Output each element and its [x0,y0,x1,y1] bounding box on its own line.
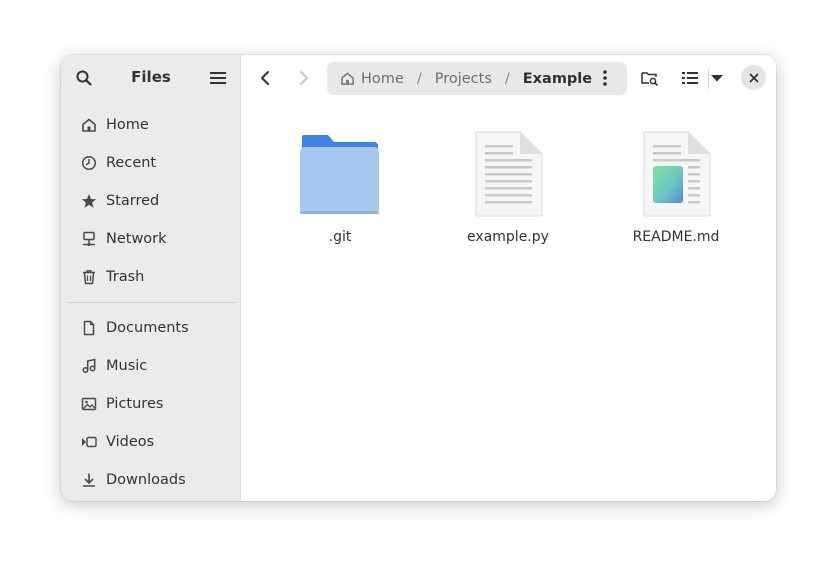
hamburger-icon [210,72,226,84]
breadcrumb-separator: / [504,70,510,87]
sidebar-item-label: Home [106,117,149,133]
sidebar-item-label: Starred [106,193,160,209]
search-folder-button[interactable] [636,64,664,92]
text-file-icon [475,131,543,217]
download-icon [83,473,95,487]
breadcrumb-home[interactable]: Home [340,71,404,87]
breadcrumb-example[interactable]: Example [523,71,592,87]
breadcrumb-label: Home [361,70,404,87]
sidebar-item-downloads[interactable]: Downloads [61,461,241,499]
close-button[interactable] [741,65,766,90]
bookmarks-list: Documents Music Pictures Videos Download… [61,309,241,499]
markdown-file-icon [643,131,711,217]
path-menu-button[interactable] [603,70,607,90]
sidebar-item-label: Network [106,231,167,247]
video-icon [82,436,97,448]
breadcrumb-separator: / [416,70,422,87]
file-name: README.md [632,229,720,245]
places-list: Home Recent Starred Network Trash [61,106,241,296]
sidebar: Files Home Recent Starred Network Trash … [61,55,241,501]
main-menu-button[interactable] [204,64,232,92]
sidebar-item-home[interactable]: Home [61,106,241,144]
files-window: Files Home Recent Starred Network Trash … [61,55,776,501]
forward-button[interactable] [290,64,318,92]
view-list-button[interactable] [676,64,704,92]
document-icon [83,320,95,336]
sidebar-item-network[interactable]: Network [61,220,241,258]
caret-down-icon [711,75,723,82]
content-area: Home / Projects / Example .git example.p… [241,55,776,501]
network-icon [83,231,95,247]
sidebar-item-pictures[interactable]: Pictures [61,385,241,423]
sidebar-item-label: Documents [106,320,189,336]
chevron-right-icon [300,71,308,85]
sidebar-item-music[interactable]: Music [61,347,241,385]
sidebar-item-trash[interactable]: Trash [61,258,241,296]
back-button[interactable] [251,64,279,92]
file-name: .git [328,229,352,245]
sidebar-item-starred[interactable]: Starred [61,182,241,220]
list-view-icon [682,72,698,84]
sidebar-item-label: Music [106,358,148,374]
picture-icon [81,397,97,411]
sidebar-header: Files [61,55,241,101]
clock-icon [81,155,97,171]
breadcrumb-projects[interactable]: Projects [435,71,492,87]
sidebar-separator [67,302,235,303]
folder-search-icon [641,72,659,86]
sidebar-item-label: Videos [106,434,155,450]
sidebar-item-videos[interactable]: Videos [61,423,241,461]
kebab-menu-icon [603,70,607,86]
home-icon [341,72,354,85]
folder-icon [300,135,379,214]
sidebar-item-recent[interactable]: Recent [61,144,241,182]
chevron-left-icon [261,71,269,85]
file-name: example.py [467,229,549,245]
path-bar: Home / Projects / Example [327,62,627,95]
sidebar-item-label: Trash [106,269,145,285]
close-icon [749,73,758,82]
header-bar: Home / Projects / Example [241,55,776,101]
music-icon [82,358,96,373]
view-options-button[interactable] [703,64,731,92]
sidebar-item-label: Downloads [106,472,186,488]
sidebar-item-label: Recent [106,155,157,171]
sidebar-item-label: Pictures [106,396,164,412]
trash-icon [83,270,95,285]
star-icon [81,194,97,208]
sidebar-item-documents[interactable]: Documents [61,309,241,347]
home-icon [82,118,96,132]
